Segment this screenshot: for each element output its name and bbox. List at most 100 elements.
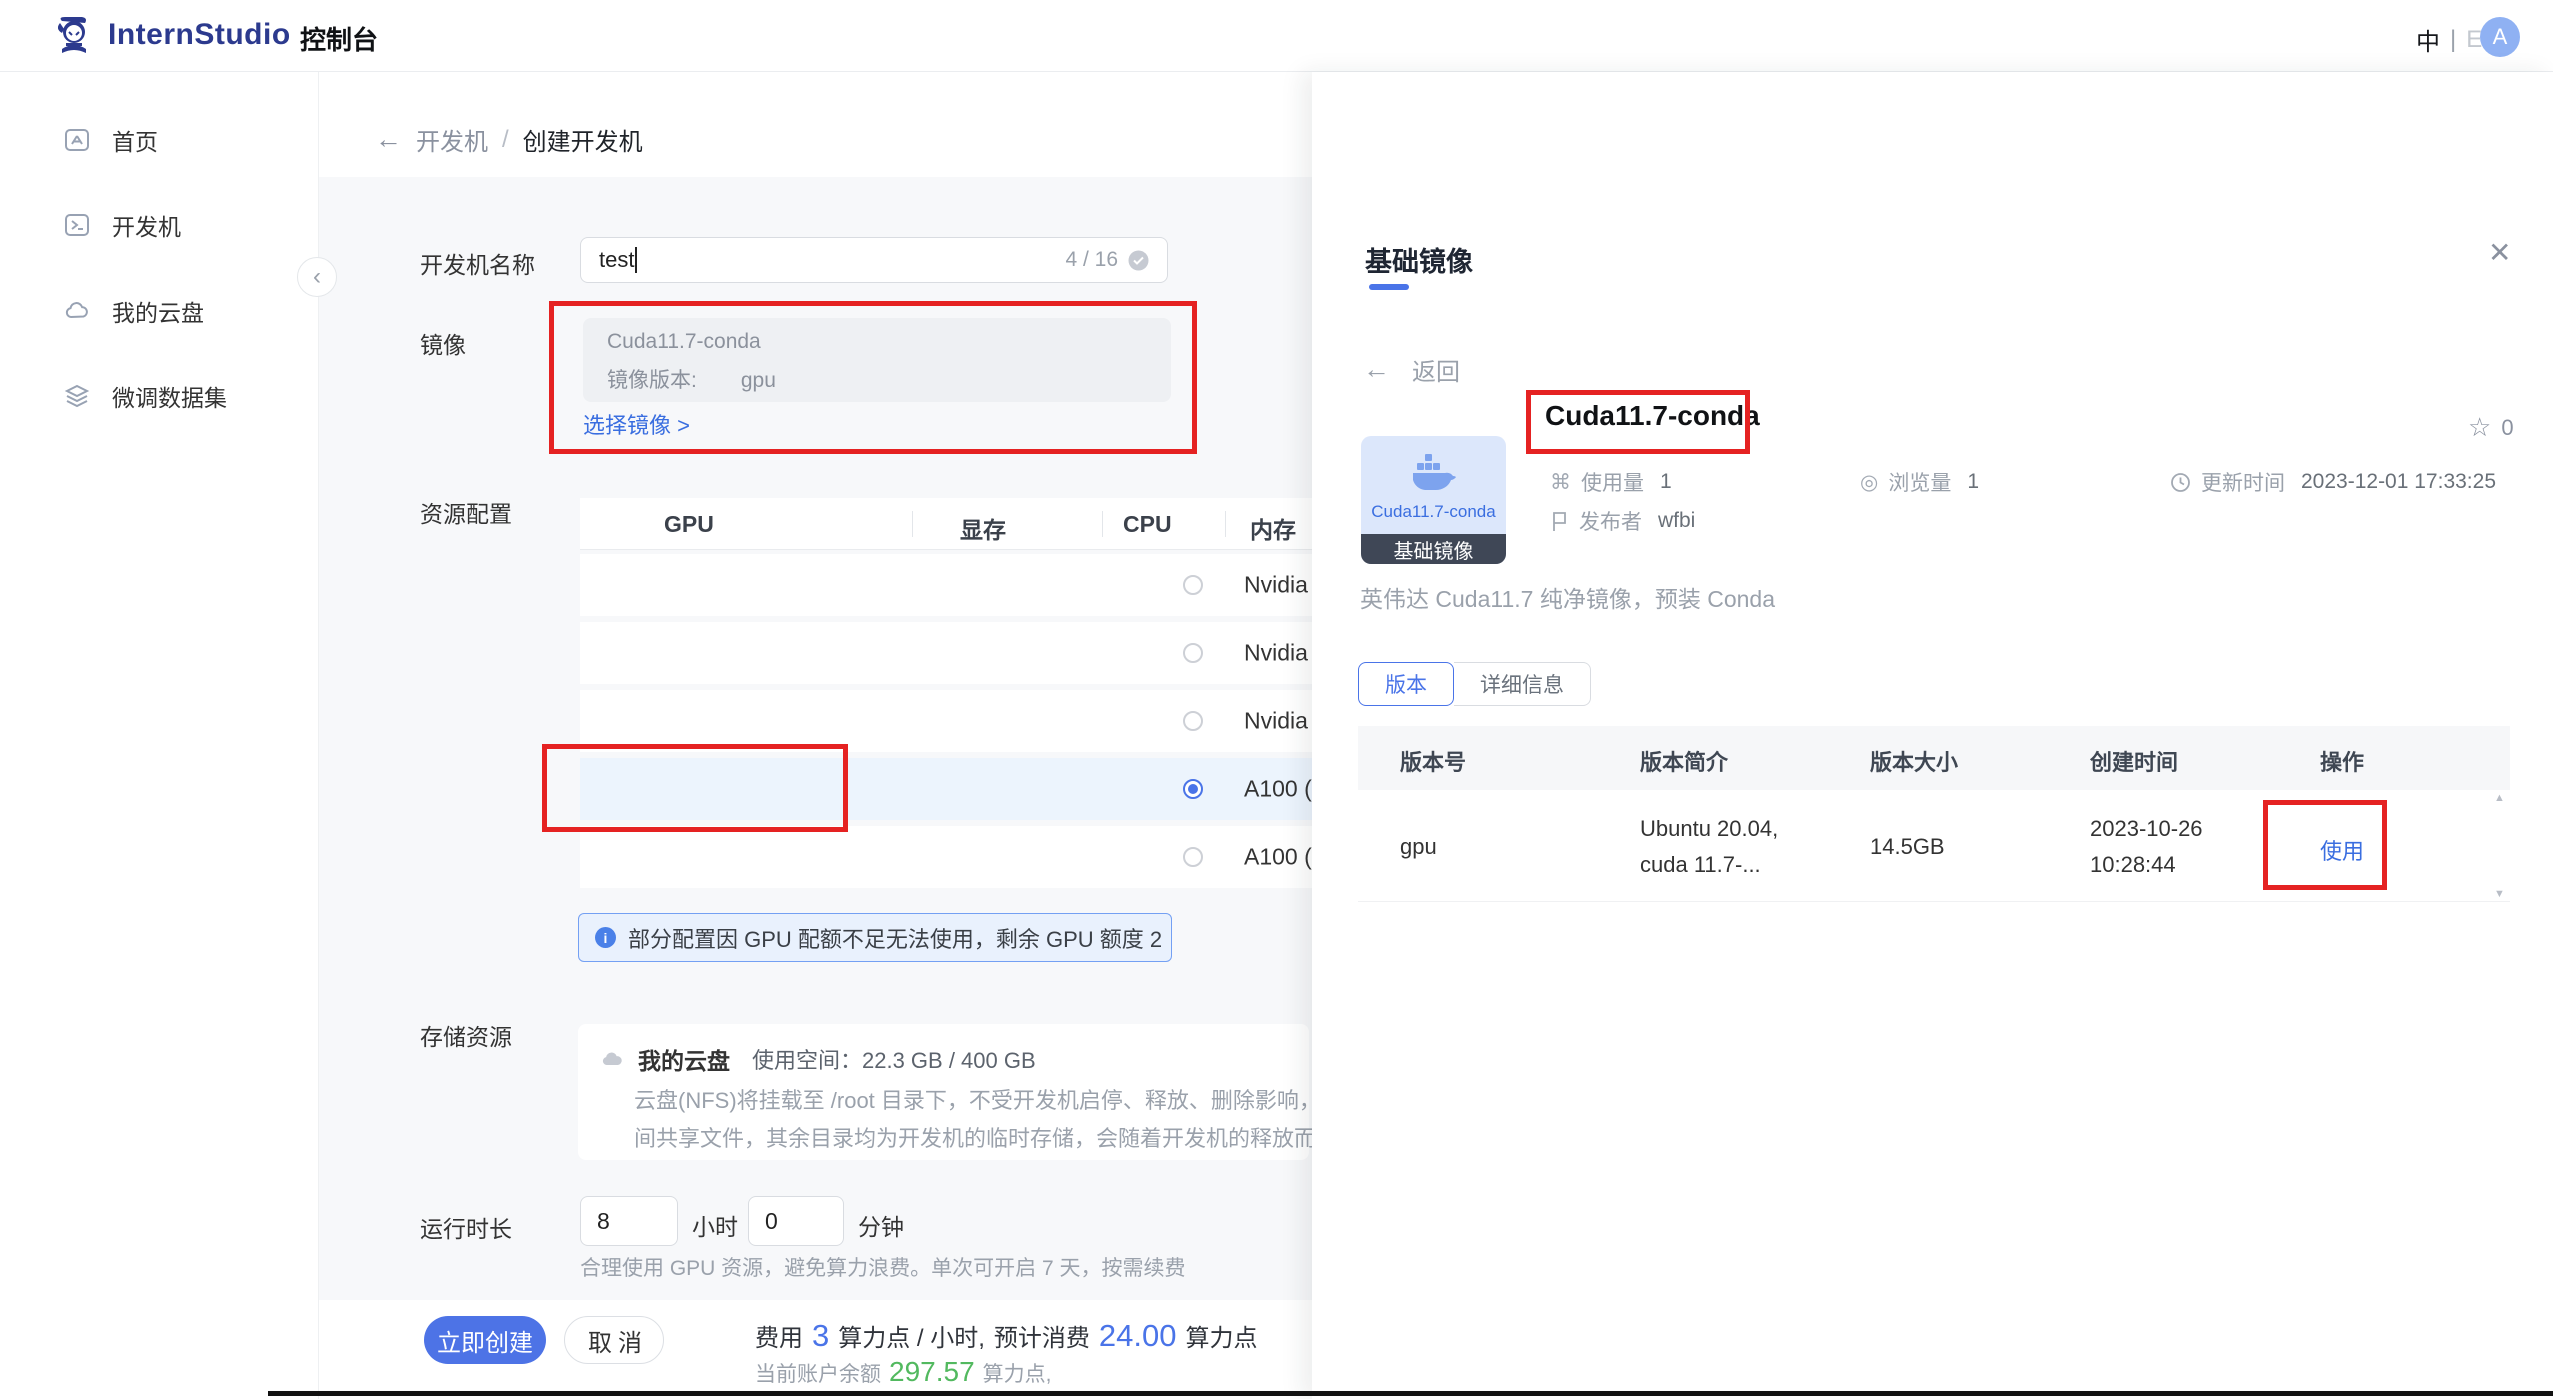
selected-image-box: Cuda11.7-conda 镜像版本:gpu <box>583 318 1171 402</box>
version-table-header: 版本号 版本简介 版本大小 创建时间 操作 <box>1358 726 2510 790</box>
docker-icon <box>1411 452 1457 492</box>
breadcrumb-current: 创建开发机 <box>523 122 643 157</box>
home-icon <box>64 127 90 153</box>
stat-label: 更新时间 <box>2201 467 2285 497</box>
panel-title: 基础镜像 <box>1365 240 1473 279</box>
stat-value: 1 <box>1967 470 1979 494</box>
balance-summary: 当前账户余额 297.57 算力点, <box>755 1356 1051 1388</box>
stat-publisher: 发布者 wfbi <box>1550 506 1695 536</box>
fee-rate: 3 <box>812 1318 829 1354</box>
brand-logo[interactable]: InternStudio <box>52 13 291 57</box>
window-bottom-edge <box>268 1391 2553 1396</box>
sidebar-item-home[interactable]: 首页 <box>0 116 319 164</box>
image-version-value: gpu <box>741 369 776 392</box>
close-icon[interactable]: ✕ <box>2488 236 2511 269</box>
back-arrow-icon: ← <box>1363 354 1390 385</box>
chevron-left-icon: ‹ <box>313 263 321 291</box>
text-caret <box>635 247 637 273</box>
cloud-icon <box>64 298 90 324</box>
stat-views: ◎ 浏览量 1 <box>1860 467 1979 497</box>
version-table-scrollbar[interactable]: ▲ ▼ <box>2492 792 2508 900</box>
hours-unit: 小时 <box>692 1208 738 1242</box>
stat-value: 2023-12-01 17:33:25 <box>2301 470 2496 494</box>
name-input-value: test <box>599 247 634 273</box>
storage-card: 我的云盘 使用空间：22.3 GB / 400 GB 云盘(NFS)将挂载至 /… <box>578 1024 1309 1160</box>
flag-icon <box>1550 511 1569 532</box>
sidebar-item-clouddisk[interactable]: 我的云盘 <box>0 287 319 335</box>
gpu-quota-alert: i 部分配置因 GPU 配额不足无法使用，剩余 GPU 额度 2 <box>578 913 1172 962</box>
breadcrumb-parent[interactable]: 开发机 <box>416 122 488 157</box>
radio-unchecked[interactable] <box>1183 643 1203 663</box>
stat-value: 1 <box>1660 470 1672 494</box>
runtime-hint: 合理使用 GPU 资源，避免算力浪费。单次可开启 7 天，按需续费 <box>580 1252 1186 1282</box>
image-card[interactable]: Cuda11.7-conda 基础镜像 <box>1361 436 1506 564</box>
panel-tabs: 版本 详细信息 <box>1358 662 1591 706</box>
version-desc-line1: Ubuntu 20.04, <box>1640 816 1778 842</box>
scroll-up-icon[interactable]: ▲ <box>2494 792 2505 804</box>
stat-label: 浏览量 <box>1888 467 1951 497</box>
image-card-badge: 基础镜像 <box>1361 534 1506 564</box>
sidebar-item-devmachine[interactable]: 开发机 <box>0 201 319 249</box>
name-input[interactable]: test 4 / 16 <box>580 237 1168 283</box>
hours-input[interactable] <box>580 1196 678 1246</box>
fee-rate-unit: 算力点 / 小时, <box>838 1318 985 1353</box>
base-image-panel: 基础镜像 ✕ ← 返回 Cuda11.7-conda 基础镜像 <box>1312 72 2553 1399</box>
image-field-label: 镜像 <box>420 326 466 360</box>
name-field-label: 开发机名称 <box>420 246 535 280</box>
tab-details[interactable]: 详细信息 <box>1454 662 1591 706</box>
runtime-label: 运行时长 <box>420 1210 512 1244</box>
disk-name[interactable]: 我的云盘 <box>638 1042 730 1076</box>
usage-icon: ⌘ <box>1550 470 1571 495</box>
internstudio-app: InternStudio 控制台 中 | En A 首页 <box>0 0 2553 1399</box>
tab-versions[interactable]: 版本 <box>1358 662 1454 706</box>
radio-checked[interactable] <box>1183 779 1203 799</box>
version-name: gpu <box>1400 834 1437 860</box>
sidebar-item-label: 微调数据集 <box>112 379 227 413</box>
storage-label: 存储资源 <box>420 1018 512 1052</box>
star-favorite[interactable]: ☆ 0 <box>2468 412 2514 443</box>
layers-icon <box>64 383 90 409</box>
create-button[interactable]: 立即创建 <box>424 1316 546 1364</box>
terminal-icon <box>64 212 90 238</box>
cloud-filled-icon <box>600 1047 624 1071</box>
char-counter: 4 / 16 <box>1065 248 1118 272</box>
clock-icon <box>2170 472 2191 493</box>
balance-value: 297.57 <box>889 1356 975 1388</box>
fee-estimate: 24.00 <box>1099 1318 1177 1354</box>
version-row: gpu Ubuntu 20.04, cuda 11.7-... 14.5GB 2… <box>1358 790 2510 902</box>
radio-unchecked[interactable] <box>1183 711 1203 731</box>
radio-unchecked[interactable] <box>1183 847 1203 867</box>
fee-summary: 费用 3 算力点 / 小时, 预计消费 24.00 算力点 <box>755 1318 1258 1354</box>
back-arrow-icon[interactable]: ← <box>375 124 402 155</box>
cancel-button[interactable]: 取消 <box>564 1316 664 1364</box>
nav-console[interactable]: 控制台 <box>300 20 378 57</box>
balance-label: 当前账户余额 <box>755 1358 881 1388</box>
scroll-down-icon[interactable]: ▼ <box>2494 888 2505 900</box>
radio-unchecked[interactable] <box>1183 575 1203 595</box>
stat-label: 发布者 <box>1579 506 1642 536</box>
col-gpu: GPU <box>664 511 714 538</box>
sidebar-collapse-button[interactable]: ‹ <box>297 257 337 297</box>
balance-unit: 算力点, <box>983 1358 1052 1388</box>
sidebar-item-dataset[interactable]: 微调数据集 <box>0 372 319 420</box>
vcol-size: 版本大小 <box>1870 745 1958 777</box>
version-desc-line2: cuda 11.7-... <box>1640 852 1761 878</box>
panel-back-button[interactable]: ← 返回 <box>1363 352 1460 387</box>
select-image-link[interactable]: 选择镜像 > <box>583 408 690 440</box>
views-icon: ◎ <box>1860 470 1878 495</box>
avatar[interactable]: A <box>2480 17 2520 57</box>
lang-zh[interactable]: 中 <box>2416 22 2440 57</box>
stat-updated: 更新时间 2023-12-01 17:33:25 <box>2170 467 2496 497</box>
minutes-unit: 分钟 <box>858 1208 904 1242</box>
stat-value: wfbi <box>1658 509 1695 533</box>
minutes-input[interactable] <box>748 1196 844 1246</box>
brand-name: InternStudio <box>108 18 291 52</box>
lang-divider: | <box>2450 26 2456 54</box>
vcol-created: 创建时间 <box>2090 745 2178 777</box>
version-created-date: 2023-10-26 <box>2090 816 2203 842</box>
sidebar-item-label: 首页 <box>112 123 158 157</box>
col-cpu: CPU <box>1123 511 1172 538</box>
use-version-button[interactable]: 使用 <box>2320 834 2364 866</box>
gpu-quota-alert-text: 部分配置因 GPU 配额不足无法使用，剩余 GPU 额度 2 <box>628 922 1162 954</box>
stat-usage: ⌘ 使用量 1 <box>1550 467 1672 497</box>
